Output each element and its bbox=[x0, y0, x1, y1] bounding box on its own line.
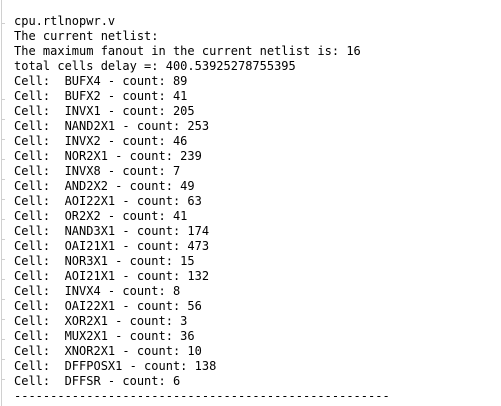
cell-line: Cell: NAND3X1 - count: 174 bbox=[14, 224, 210, 238]
cell-line: Cell: AOI21X1 - count: 132 bbox=[14, 269, 210, 283]
separator-line: ----------------------------------------… bbox=[14, 389, 390, 403]
cell-line: Cell: OAI22X1 - count: 56 bbox=[14, 299, 202, 313]
cell-line: Cell: NAND2X1 - count: 253 bbox=[14, 119, 210, 133]
cell-line: Cell: AOI22X1 - count: 63 bbox=[14, 194, 202, 208]
cell-line: Cell: NOR3X1 - count: 15 bbox=[14, 254, 195, 268]
cell-line: Cell: NOR2X1 - count: 239 bbox=[14, 149, 202, 163]
cell-line: Cell: AND2X2 - count: 49 bbox=[14, 179, 195, 193]
cell-line: Cell: BUFX4 - count: 89 bbox=[14, 74, 188, 88]
netlist-heading: The current netlist: bbox=[14, 29, 159, 43]
netlist-filename: cpu.rtlnopwr.v bbox=[14, 14, 116, 28]
cell-line: Cell: OR2X2 - count: 41 bbox=[14, 209, 188, 223]
max-fanout-line: The maximum fanout in the current netlis… bbox=[14, 44, 361, 58]
cell-line: Cell: OAI21X1 - count: 473 bbox=[14, 239, 210, 253]
cell-line: Cell: INVX4 - count: 8 bbox=[14, 284, 181, 298]
console-gutter bbox=[2, 0, 10, 406]
cell-line: Cell: INVX1 - count: 205 bbox=[14, 104, 195, 118]
total-delay-line: total cells delay =: 400.53925278755395 bbox=[14, 59, 296, 73]
cell-line: Cell: INVX2 - count: 46 bbox=[14, 134, 188, 148]
cell-line: Cell: XNOR2X1 - count: 10 bbox=[14, 344, 202, 358]
cell-line: Cell: XOR2X1 - count: 3 bbox=[14, 314, 188, 328]
cell-line: Cell: MUX2X1 - count: 36 bbox=[14, 329, 195, 343]
cell-line: Cell: DFFSR - count: 6 bbox=[14, 374, 181, 388]
cell-line: Cell: BUFX2 - count: 41 bbox=[14, 89, 188, 103]
cell-line: Cell: INVX8 - count: 7 bbox=[14, 164, 181, 178]
console-output: cpu.rtlnopwr.v The current netlist: The … bbox=[0, 0, 501, 406]
console-text[interactable]: cpu.rtlnopwr.v The current netlist: The … bbox=[14, 14, 501, 406]
cell-line: Cell: DFFPOSX1 - count: 138 bbox=[14, 359, 217, 373]
